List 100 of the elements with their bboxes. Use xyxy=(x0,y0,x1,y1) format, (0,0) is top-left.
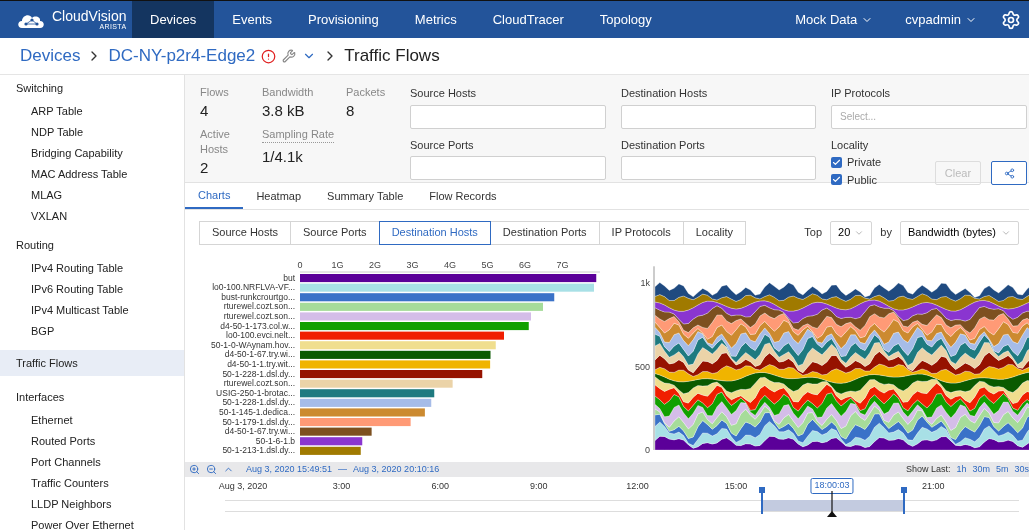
time-tick-label: 3:00 xyxy=(332,480,351,493)
stat-label: Active Hosts xyxy=(200,127,231,157)
grouping-button[interactable]: Destination Hosts xyxy=(378,220,491,245)
filter-field[interactable]: Select... xyxy=(831,104,1027,129)
network-icon xyxy=(1003,167,1015,179)
sidebar-section-heading: Routing xyxy=(15,237,55,253)
field-label: IP Protocols xyxy=(831,86,892,101)
x-tick-label: 2G xyxy=(368,260,382,270)
preset-link[interactable]: 5m xyxy=(995,462,1009,477)
preset-link[interactable]: 30s xyxy=(1014,462,1029,477)
preset-link[interactable]: 1h xyxy=(956,462,967,477)
top-count-select[interactable]: 20 xyxy=(830,220,873,245)
breadcrumb-link[interactable]: DC-NY-p2r4-Edge2 xyxy=(108,43,256,69)
zoom-in-icon[interactable] xyxy=(189,464,200,475)
sidebar-item[interactable]: LLDP Neighbors xyxy=(0,494,184,515)
stat-value: 3.8 kB xyxy=(262,101,306,121)
stat-value: 1/4.1k xyxy=(262,147,304,167)
sidebar-item[interactable]: Routed Ports xyxy=(0,431,184,452)
nav-tab[interactable]: Topology xyxy=(581,1,670,38)
nav-tab[interactable]: Provisioning xyxy=(290,1,397,38)
sidebar-item[interactable]: Bridging Capability xyxy=(0,143,184,164)
y-axis: 1k 500 0 xyxy=(634,265,655,455)
zoom-out-icon[interactable] xyxy=(206,464,217,475)
field-label: Destination Ports xyxy=(621,137,706,153)
view-tab[interactable]: Charts xyxy=(185,183,244,209)
bar-label: USIG-250-1-brotac... xyxy=(216,387,295,398)
bar-label: d4-50-1-67.try.wi... xyxy=(224,349,295,360)
stat-label: Flows xyxy=(200,85,230,100)
show-last-label: Show Last: xyxy=(905,462,951,476)
sidebar-item[interactable]: MAC Address Table xyxy=(0,164,184,185)
nav-tab[interactable]: Metrics xyxy=(396,1,475,38)
breadcrumb-link[interactable]: Devices xyxy=(20,43,81,69)
filter-field[interactable] xyxy=(410,104,606,129)
x-tick-label: 6G xyxy=(518,260,532,270)
grouping-button[interactable]: Source Ports xyxy=(290,220,380,245)
sidebar-section-heading: Interfaces xyxy=(15,389,66,405)
bar-label: 50-1-228-1.dsl.dy... xyxy=(222,368,295,379)
bar-label: d4-50-1-173.col.w... xyxy=(220,320,295,331)
x-tick-label: 4G xyxy=(443,260,457,270)
view-tab[interactable]: Summary Table xyxy=(314,183,417,209)
metric-select[interactable]: Bandwidth (bytes) xyxy=(899,220,1019,245)
view-tab[interactable]: Heatmap xyxy=(243,183,315,209)
sidebar-item[interactable]: Power Over Ethernet xyxy=(0,515,184,530)
time-tick-label: 9:00 xyxy=(530,480,548,493)
sidebar-item[interactable]: ARP Table xyxy=(0,101,184,122)
checkbox-label: Private xyxy=(847,155,882,170)
sidebar-item[interactable]: IPv4 Routing Table xyxy=(0,258,184,279)
grouping-button[interactable]: IP Protocols xyxy=(598,220,684,245)
by-label: by xyxy=(880,225,892,241)
sidebar-item[interactable]: NDP Table xyxy=(0,122,184,143)
bar-label: bust-runkcrourtgo... xyxy=(221,291,295,302)
nav-menu[interactable]: Mock Data xyxy=(779,1,890,38)
sidebar-item[interactable]: VXLAN xyxy=(0,206,184,227)
grouping-button[interactable]: Source Hosts xyxy=(199,220,292,245)
sidebar-item[interactable]: Port Channels xyxy=(0,452,184,473)
sidebar-item[interactable]: BGP xyxy=(0,321,184,342)
sidebar-item[interactable]: Traffic Counters xyxy=(0,473,184,494)
bar-label: 50-1-145-1.dedica... xyxy=(218,406,295,417)
sidebar-item[interactable]: IPv4 Multicast Table xyxy=(0,300,184,321)
filter-field[interactable] xyxy=(621,104,816,129)
filter-field[interactable] xyxy=(621,156,816,180)
bar-label: rturewel.cozt.son... xyxy=(223,301,295,312)
grouping-button[interactable]: Destination Ports xyxy=(489,220,600,245)
bar-label: lo0-100.NRFLVA-VF... xyxy=(212,282,295,293)
nav-tab[interactable]: Devices xyxy=(132,1,215,38)
wrench-icon[interactable] xyxy=(282,49,297,63)
checkbox-label: Public xyxy=(847,172,877,188)
sidebar-section-heading: Switching xyxy=(15,80,65,96)
bar-label: rturewel.cozt.son... xyxy=(223,310,295,321)
checkbox[interactable] xyxy=(831,174,842,186)
range-handle[interactable] xyxy=(759,487,765,514)
sidebar-item[interactable]: Ethernet xyxy=(0,410,184,431)
nav-menu[interactable]: cvpadmin xyxy=(889,1,993,38)
sidebar-item[interactable]: IPv6 Routing Table xyxy=(0,279,184,300)
top-label: Top xyxy=(804,225,823,241)
bar-label: but xyxy=(283,272,295,283)
field-label: Source Hosts xyxy=(410,86,478,101)
stat-label: Sampling Rate xyxy=(262,127,335,143)
x-tick-label: 3G xyxy=(406,260,419,270)
nav-tab[interactable]: CloudTracer xyxy=(474,1,582,38)
stat-label: Bandwidth xyxy=(262,85,315,100)
alert-icon xyxy=(261,48,277,64)
time-tick-label: Aug 3, 2020 xyxy=(218,480,268,493)
time-tick-label: 6:00 xyxy=(431,480,449,493)
time-cursor[interactable] xyxy=(826,491,838,517)
network-button[interactable] xyxy=(991,161,1027,185)
nav-tab[interactable]: Events xyxy=(214,1,290,38)
sidebar-item[interactable]: Traffic Flows xyxy=(0,350,184,376)
filter-field[interactable] xyxy=(410,156,606,180)
grouping-button[interactable]: Locality xyxy=(682,220,746,245)
range-handle[interactable] xyxy=(901,487,907,514)
view-tab[interactable]: Flow Records xyxy=(416,183,510,209)
time-tick-label: 12:00 xyxy=(626,480,649,493)
bar-label: 50-1-179-1.dsl.dy... xyxy=(222,416,295,427)
sidebar-item[interactable]: MLAG xyxy=(0,185,184,206)
x-tick-label: 7G xyxy=(556,260,569,270)
page-title: Traffic Flows xyxy=(344,45,440,68)
preset-link[interactable]: 30m xyxy=(972,462,990,477)
settings-icon[interactable] xyxy=(1001,9,1021,30)
checkbox[interactable] xyxy=(831,156,842,168)
